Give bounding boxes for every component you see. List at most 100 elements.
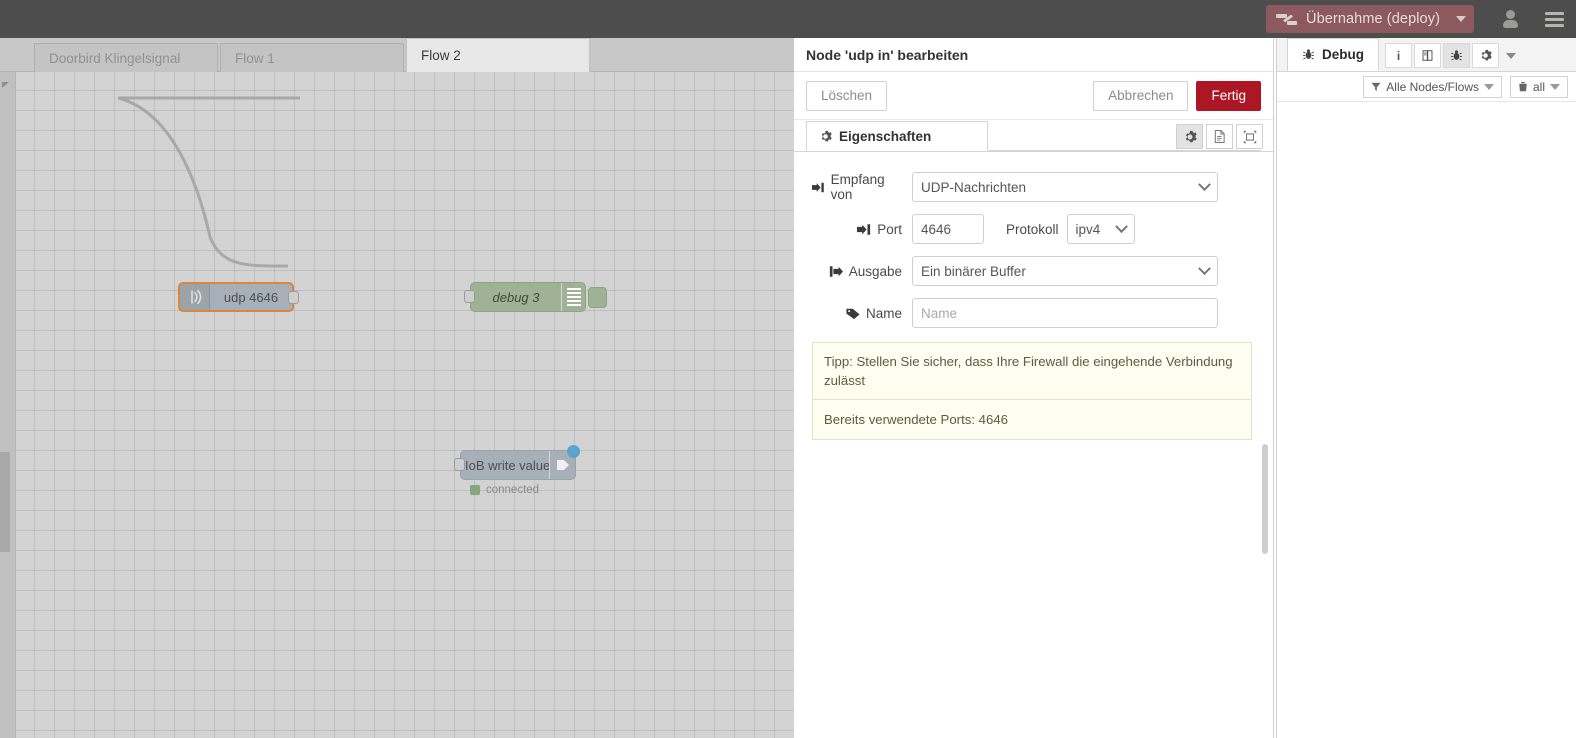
- deploy-icon: [1276, 11, 1298, 27]
- workspace-tab-label: Flow 1: [235, 51, 275, 66]
- trash-icon: [1518, 81, 1528, 92]
- dialog-form: Empfang von UDP-Nachrichten Port 46: [794, 152, 1273, 328]
- node-label: udp 4646: [210, 290, 292, 305]
- main-menu-button[interactable]: [1532, 0, 1576, 38]
- port-input[interactable]: 4646: [912, 214, 984, 244]
- debug-message-list[interactable]: [1277, 102, 1576, 706]
- clear-messages-button[interactable]: all: [1510, 76, 1568, 98]
- wire-udp-to-iob: [118, 98, 288, 266]
- dialog-action-bar: Löschen Abbrechen Fertig: [794, 72, 1273, 120]
- debug-sidebar: Debug i: [1276, 38, 1576, 738]
- gear-icon-button[interactable]: [1176, 124, 1203, 149]
- sidebar-tab-label: Debug: [1322, 39, 1364, 71]
- dialog-scrollbar[interactable]: [1260, 74, 1270, 734]
- clear-label: all: [1533, 80, 1545, 94]
- gear-icon: [819, 130, 832, 143]
- sidebar-tab-debug[interactable]: Debug: [1287, 38, 1379, 71]
- chevron-down-icon: [1506, 53, 1516, 59]
- node-status: connected: [470, 484, 539, 496]
- bug-icon: [1302, 48, 1315, 61]
- workspace-tab-label: Flow 2: [421, 48, 461, 63]
- help-book-icon-button[interactable]: [1414, 43, 1441, 68]
- chevron-down-icon[interactable]: [1456, 16, 1466, 22]
- dialog-title: Node 'udp in' bearbeiten: [794, 38, 1273, 72]
- udp-signal-icon: [180, 284, 210, 310]
- input-value: 4646: [921, 222, 951, 237]
- field-label-ausgabe: Ausgabe: [812, 264, 912, 279]
- hamburger-menu-icon: [1545, 12, 1564, 27]
- sidebar-more-button[interactable]: [1501, 43, 1521, 68]
- node-badge: [567, 445, 580, 458]
- protokoll-label: Protokoll: [1006, 222, 1059, 237]
- palette-resize-handle[interactable]: [0, 452, 10, 552]
- user-menu-button[interactable]: [1488, 0, 1532, 38]
- node-debug-3[interactable]: debug 3: [470, 282, 586, 312]
- description-icon-button[interactable]: [1206, 124, 1233, 149]
- user-icon: [1502, 10, 1518, 28]
- chevron-down-icon: [1198, 178, 1211, 191]
- cancel-button[interactable]: Abbrechen: [1093, 81, 1188, 111]
- chevron-down-icon: [1484, 84, 1494, 90]
- info-icon-button[interactable]: i: [1385, 43, 1412, 68]
- name-input[interactable]: Name: [912, 298, 1218, 328]
- field-label-port: Port: [812, 222, 912, 237]
- bug-icon: [1450, 49, 1463, 62]
- debug-lines-icon: [561, 283, 585, 311]
- sign-in-icon: [857, 223, 871, 236]
- chevron-down-icon: [1198, 262, 1211, 275]
- node-udp-in[interactable]: udp 4646: [178, 282, 294, 312]
- workspace-tabbar: Doorbird Klingelsignal Flow 1 Flow 2: [0, 38, 794, 72]
- select-value: UDP-Nachrichten: [921, 180, 1026, 195]
- empfang-von-select[interactable]: UDP-Nachrichten: [912, 172, 1218, 202]
- debug-filter-row: Alle Nodes/Flows all: [1277, 72, 1576, 102]
- status-dot-icon: [470, 485, 480, 495]
- workspace-tab-flow-2[interactable]: Flow 2: [406, 38, 590, 72]
- label-text: Empfang von: [831, 172, 902, 202]
- dialog-icon-buttons: [1176, 124, 1263, 149]
- tab-label: Eigenschaften: [839, 122, 931, 151]
- node-input-port[interactable]: [454, 458, 465, 471]
- protokoll-select[interactable]: ipv4: [1067, 214, 1135, 244]
- flow-canvas[interactable]: udp 4646 debug 3 IoB write value: [0, 72, 794, 738]
- node-label: IoB write value: [461, 458, 549, 473]
- select-value: Ein binärer Buffer: [921, 264, 1026, 279]
- workspace-tab-doorbird[interactable]: Doorbird Klingelsignal: [34, 43, 218, 72]
- description-icon: [1213, 129, 1226, 144]
- help-book-icon: [1421, 49, 1434, 62]
- node-red-editor: Übernahme (deploy) Doorbird Klingelsigna…: [0, 0, 1576, 738]
- used-ports-box: Bereits verwendete Ports: 4646: [812, 400, 1252, 440]
- dialog-scrollbar-thumb[interactable]: [1262, 444, 1268, 554]
- palette-strip[interactable]: [0, 72, 16, 738]
- done-button[interactable]: Fertig: [1196, 81, 1261, 111]
- field-row-ausgabe: Ausgabe Ein binärer Buffer: [812, 256, 1255, 286]
- workspace-tab-flow-1[interactable]: Flow 1: [220, 43, 404, 72]
- tag-icon: [846, 307, 860, 320]
- sidebar-tabrow: Debug i: [1277, 38, 1576, 72]
- wire-layer: [0, 72, 794, 738]
- appearance-icon-button[interactable]: [1236, 124, 1263, 149]
- sidebar-icon-buttons: i: [1385, 43, 1521, 71]
- deploy-button-label: Übernahme (deploy): [1306, 11, 1440, 27]
- node-iob-write-value[interactable]: IoB write value connected: [460, 450, 576, 480]
- select-value: ipv4: [1076, 222, 1101, 237]
- field-label-empfang-von: Empfang von: [812, 172, 912, 202]
- filter-icon: [1371, 82, 1381, 92]
- field-row-name: Name Name: [812, 298, 1255, 328]
- filter-label: Alle Nodes/Flows: [1386, 80, 1479, 94]
- tab-eigenschaften[interactable]: Eigenschaften: [806, 121, 988, 151]
- debug-toggle-button[interactable]: [588, 287, 607, 308]
- input-placeholder: Name: [921, 306, 957, 321]
- chevron-down-icon: [1550, 84, 1560, 90]
- node-label: debug 3: [471, 290, 561, 305]
- ausgabe-select[interactable]: Ein binärer Buffer: [912, 256, 1218, 286]
- deploy-button[interactable]: Übernahme (deploy): [1266, 5, 1474, 33]
- node-output-port[interactable]: [288, 291, 299, 304]
- field-label-name: Name: [812, 306, 912, 321]
- field-row-port: Port 4646 Protokoll ipv4: [812, 214, 1255, 244]
- gear-icon-button[interactable]: [1472, 43, 1499, 68]
- node-input-port[interactable]: [464, 290, 475, 303]
- filter-nodes-button[interactable]: Alle Nodes/Flows: [1363, 76, 1502, 98]
- gear-icon: [1479, 49, 1492, 62]
- delete-button[interactable]: Löschen: [806, 81, 887, 111]
- bug-icon-button[interactable]: [1443, 43, 1470, 68]
